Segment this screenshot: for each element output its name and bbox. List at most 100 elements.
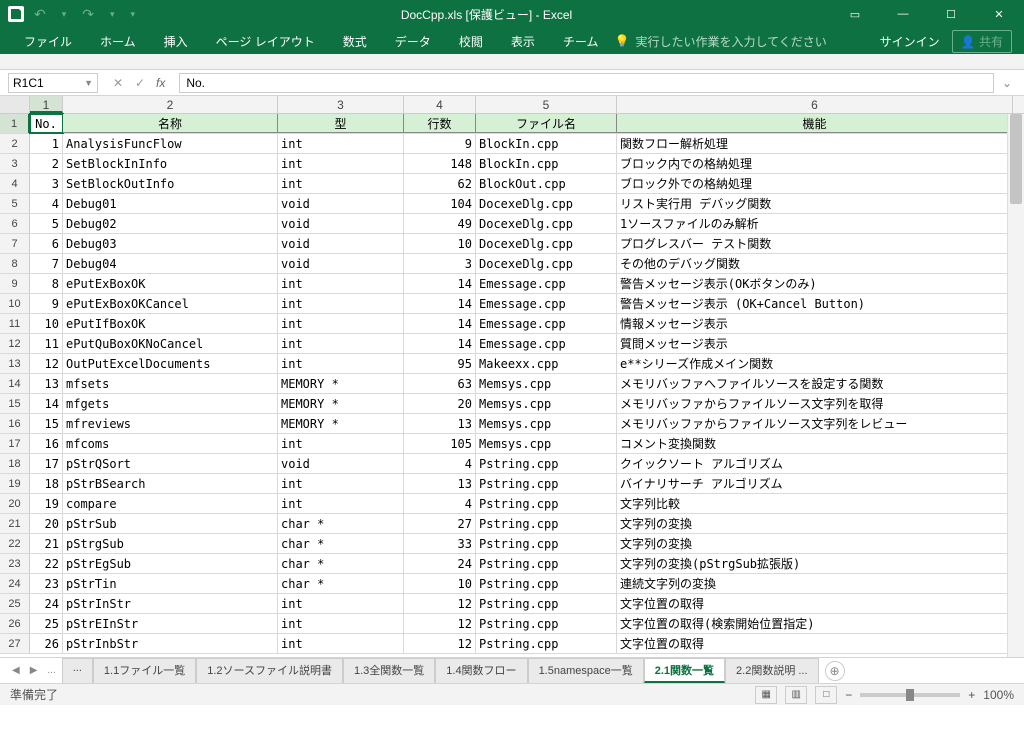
cell[interactable]: Debug02 (63, 214, 278, 233)
cell[interactable]: 1 (30, 134, 63, 153)
cell[interactable]: 10 (404, 574, 476, 593)
cell[interactable]: 63 (404, 374, 476, 393)
minimize-button[interactable]: — (880, 0, 926, 28)
cell[interactable]: int (278, 174, 404, 193)
cell[interactable]: 行数 (404, 114, 476, 133)
cell[interactable]: 14 (404, 314, 476, 333)
cell[interactable]: 13 (404, 474, 476, 493)
sheet-tab[interactable]: ... (62, 658, 93, 683)
cell[interactable]: 6 (30, 234, 63, 253)
cell[interactable]: Debug01 (63, 194, 278, 213)
tab-view[interactable]: 表示 (499, 29, 547, 54)
view-break-button[interactable]: □ (815, 686, 837, 704)
redo-button[interactable]: ↷ (76, 6, 100, 23)
zoom-in-button[interactable]: + (968, 688, 975, 702)
cell[interactable]: 文字位置の取得 (617, 594, 1013, 613)
save-icon[interactable] (8, 6, 24, 22)
cell[interactable]: 13 (404, 414, 476, 433)
cell[interactable]: mfreviews (63, 414, 278, 433)
row-header[interactable]: 12 (0, 334, 30, 353)
cell[interactable]: 12 (404, 614, 476, 633)
cell[interactable]: 文字列比較 (617, 494, 1013, 513)
cell[interactable]: 9 (30, 294, 63, 313)
cell[interactable]: 関数フロー解析処理 (617, 134, 1013, 153)
cell[interactable]: 49 (404, 214, 476, 233)
cell[interactable]: 4 (30, 194, 63, 213)
cell[interactable]: void (278, 234, 404, 253)
formula-expand-icon[interactable]: ⌄ (998, 76, 1016, 90)
cell[interactable]: 14 (404, 294, 476, 313)
row-header[interactable]: 9 (0, 274, 30, 293)
cell[interactable]: プログレスバー テスト関数 (617, 234, 1013, 253)
scrollbar-thumb[interactable] (1010, 114, 1022, 204)
undo-button[interactable]: ↶ (28, 6, 52, 23)
vertical-scrollbar[interactable] (1007, 114, 1024, 657)
cell[interactable]: Emessage.cpp (476, 334, 617, 353)
cell[interactable]: pStrEgSub (63, 554, 278, 573)
row-header[interactable]: 7 (0, 234, 30, 253)
cell[interactable]: int (278, 154, 404, 173)
cell[interactable]: void (278, 194, 404, 213)
cell[interactable]: 20 (404, 394, 476, 413)
cell[interactable]: 7 (30, 254, 63, 273)
cell[interactable]: int (278, 594, 404, 613)
cell[interactable]: int (278, 334, 404, 353)
cell[interactable]: pStrInStr (63, 594, 278, 613)
cell[interactable]: Emessage.cpp (476, 274, 617, 293)
tell-me-input[interactable]: 実行したい作業を入力してください (635, 33, 826, 50)
cell[interactable]: 16 (30, 434, 63, 453)
cell[interactable]: DocexeDlg.cpp (476, 214, 617, 233)
fx-icon[interactable]: fx (152, 76, 169, 90)
cell[interactable]: Memsys.cpp (476, 414, 617, 433)
cell[interactable]: pStrTin (63, 574, 278, 593)
sheet-tab[interactable]: 2.1関数一覧 (644, 658, 725, 683)
cell[interactable]: Pstring.cpp (476, 554, 617, 573)
cell[interactable]: 3 (404, 254, 476, 273)
share-button[interactable]: 👤 共有 (952, 30, 1012, 53)
cell[interactable]: 文字位置の取得 (617, 634, 1013, 653)
cell[interactable]: メモリバッファからファイルソース文字列を取得 (617, 394, 1013, 413)
ribbon-options-button[interactable]: ▭ (832, 0, 878, 28)
sheet-tab[interactable]: 1.1ファイル一覧 (93, 658, 196, 683)
cell[interactable]: 1ソースファイルのみ解析 (617, 214, 1013, 233)
cell[interactable]: 2 (30, 154, 63, 173)
cell[interactable]: ブロック内での格納処理 (617, 154, 1013, 173)
cell[interactable]: Debug04 (63, 254, 278, 273)
cell[interactable]: 10 (404, 234, 476, 253)
cell[interactable]: 11 (30, 334, 63, 353)
row-header[interactable]: 2 (0, 134, 30, 153)
cell[interactable]: BlockOut.cpp (476, 174, 617, 193)
row-header[interactable]: 8 (0, 254, 30, 273)
cell[interactable]: int (278, 474, 404, 493)
cell[interactable]: 12 (404, 634, 476, 653)
cell[interactable]: SetBlockOutInfo (63, 174, 278, 193)
cell[interactable]: バイナリサーチ アルゴリズム (617, 474, 1013, 493)
tab-home[interactable]: ホーム (88, 29, 148, 54)
row-header[interactable]: 25 (0, 594, 30, 613)
undo-dropdown-icon[interactable]: ▾ (56, 9, 73, 20)
sheet-tab[interactable]: 1.2ソースファイル説明書 (196, 658, 343, 683)
cell[interactable]: int (278, 134, 404, 153)
cell[interactable]: 14 (404, 334, 476, 353)
row-header[interactable]: 26 (0, 614, 30, 633)
cell[interactable]: Pstring.cpp (476, 534, 617, 553)
cell[interactable]: void (278, 454, 404, 473)
cell[interactable]: mfsets (63, 374, 278, 393)
cell[interactable]: 9 (404, 134, 476, 153)
cell[interactable]: 文字列の変換 (617, 534, 1013, 553)
zoom-out-button[interactable]: − (845, 688, 852, 702)
cell[interactable]: No. (30, 114, 63, 133)
cell[interactable]: ePutExBoxOK (63, 274, 278, 293)
row-header[interactable]: 11 (0, 314, 30, 333)
cell[interactable]: 24 (404, 554, 476, 573)
sheet-tab[interactable]: 1.5namespace一覧 (528, 658, 644, 683)
cell[interactable]: Emessage.cpp (476, 294, 617, 313)
col-header-3[interactable]: 3 (278, 96, 404, 113)
sheet-tab[interactable]: 1.4関数フロー (435, 658, 527, 683)
enter-formula-button[interactable]: ✓ (130, 73, 150, 93)
cell[interactable]: Pstring.cpp (476, 594, 617, 613)
row-header[interactable]: 6 (0, 214, 30, 233)
cell[interactable]: 62 (404, 174, 476, 193)
row-header[interactable]: 14 (0, 374, 30, 393)
cell[interactable]: 14 (404, 274, 476, 293)
